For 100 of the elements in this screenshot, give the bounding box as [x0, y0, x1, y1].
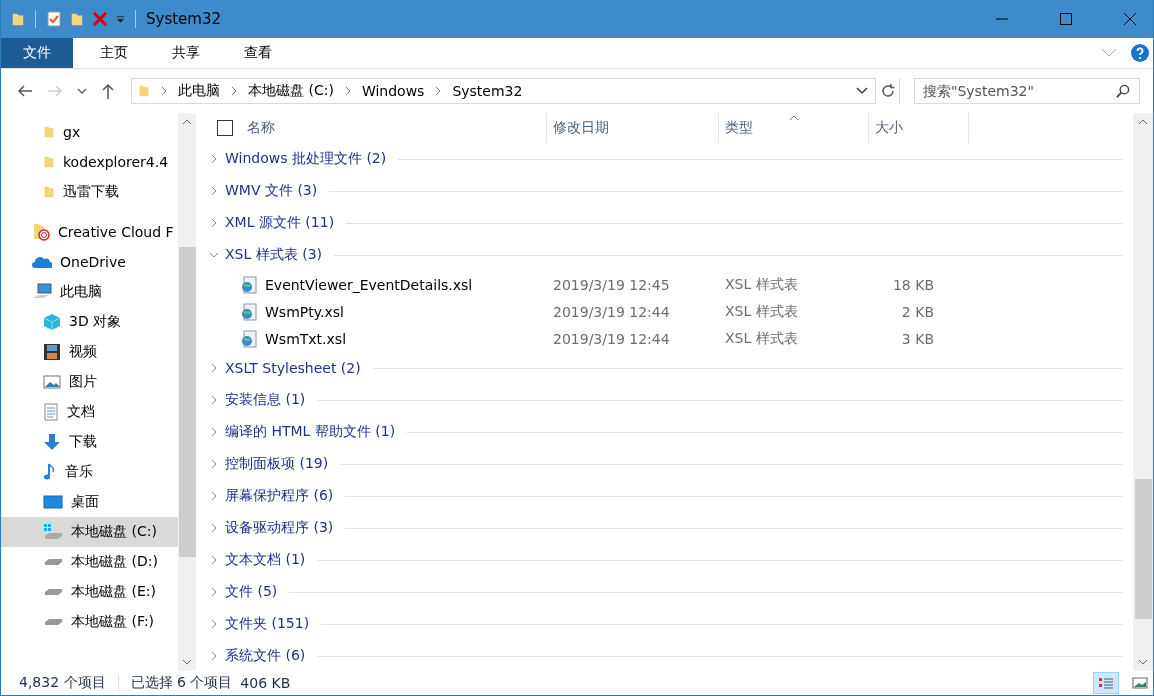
nav-item[interactable]: gx: [1, 117, 178, 147]
file-name[interactable]: WsmPty.xsl: [265, 303, 344, 320]
scrollbar-thumb[interactable]: [1134, 479, 1152, 619]
stylesheet-file-icon: [241, 329, 257, 348]
ribbon-tab[interactable]: 主页: [83, 38, 145, 68]
search-icon[interactable]: [1115, 84, 1130, 99]
chevron-right-icon[interactable]: [344, 86, 351, 96]
help-icon[interactable]: [1131, 44, 1149, 62]
nav-item[interactable]: 本地磁盘 (E:): [1, 577, 178, 607]
address-bar[interactable]: 此电脑 本地磁盘 (C:) Windows System32: [131, 78, 900, 104]
group-header[interactable]: 安装信息 (1): [225, 391, 306, 409]
group-header[interactable]: XSL 样式表 (3): [225, 246, 322, 264]
chevron-icon[interactable]: [211, 587, 217, 597]
chevron-icon[interactable]: [209, 252, 219, 258]
up-arrow-icon[interactable]: [101, 83, 115, 99]
scroll-down-icon[interactable]: [1138, 659, 1148, 665]
nav-item[interactable]: 下载: [1, 427, 178, 457]
group-header[interactable]: XSLT Stylesheet (2): [225, 360, 361, 376]
chevron-icon[interactable]: [211, 491, 217, 501]
scroll-up-icon[interactable]: [182, 119, 192, 125]
group-header[interactable]: 文本文档 (1): [225, 551, 306, 569]
nav-item[interactable]: Creative Cloud F: [1, 217, 178, 247]
stylesheet-file-icon: [241, 275, 257, 294]
group-header[interactable]: Windows 批处理文件 (2): [225, 150, 387, 168]
column-header[interactable]: 名称: [247, 119, 275, 137]
column-header[interactable]: 类型: [725, 119, 753, 137]
refresh-icon[interactable]: [879, 83, 896, 99]
group-header[interactable]: WMV 文件 (3): [225, 182, 318, 200]
file-name[interactable]: WsmTxt.xsl: [265, 330, 347, 347]
nav-item[interactable]: 本地磁盘 (D:): [1, 547, 178, 577]
chevron-down-icon[interactable]: [856, 87, 868, 95]
file-name[interactable]: EventViewer_EventDetails.xsl: [265, 276, 473, 293]
chevron-icon[interactable]: [211, 523, 217, 533]
breadcrumb[interactable]: System32: [452, 83, 523, 99]
delete-icon[interactable]: [92, 11, 108, 27]
group-header[interactable]: 控制面板项 (19): [225, 455, 329, 473]
nav-item[interactable]: 视频: [1, 337, 178, 367]
nav-item[interactable]: 桌面: [1, 487, 178, 517]
folder-icon[interactable]: [11, 11, 25, 27]
chevron-right-icon[interactable]: [435, 86, 442, 96]
nav-item[interactable]: 此电脑: [1, 277, 178, 307]
breadcrumb[interactable]: 本地磁盘 (C:): [248, 82, 334, 100]
breadcrumb[interactable]: 此电脑: [178, 82, 220, 100]
drive-icon: [43, 587, 63, 597]
nav-item[interactable]: OneDrive: [1, 247, 178, 277]
down-arrow-icon: [43, 433, 61, 451]
details-view-button[interactable]: [1093, 672, 1119, 694]
expand-ribbon-icon[interactable]: [1101, 48, 1117, 58]
scrollbar[interactable]: [178, 113, 196, 671]
table-cell-text: 2019/3/19 12:44: [552, 303, 671, 320]
scroll-down-icon[interactable]: [182, 659, 192, 665]
chevron-icon[interactable]: [211, 555, 217, 565]
thumbnail-view-icon[interactable]: [1132, 677, 1148, 689]
nav-item[interactable]: kodexplorer4.4: [1, 147, 178, 177]
properties-icon[interactable]: [46, 11, 62, 27]
chevron-icon[interactable]: [211, 395, 217, 405]
new-folder-icon[interactable]: [70, 11, 84, 27]
group-header[interactable]: 文件 (5): [225, 583, 278, 601]
column-header[interactable]: 修改日期: [553, 119, 609, 137]
maximize-icon[interactable]: [1060, 13, 1072, 25]
nav-item[interactable]: 迅雷下载: [1, 177, 178, 207]
chevron-icon[interactable]: [211, 459, 217, 469]
details-view-icon[interactable]: [1098, 677, 1114, 689]
nav-item[interactable]: 本地磁盘 (F:): [1, 607, 178, 637]
back-arrow-icon[interactable]: [17, 84, 33, 98]
chevron-right-icon[interactable]: [161, 86, 167, 96]
group-header[interactable]: 设备驱动程序 (3): [225, 519, 334, 537]
nav-item[interactable]: 音乐: [1, 457, 178, 487]
ribbon-tab[interactable]: 文件: [1, 38, 73, 68]
chevron-icon[interactable]: [211, 186, 217, 196]
chevron-icon[interactable]: [211, 427, 217, 437]
group-header[interactable]: 编译的 HTML 帮助文件 (1): [225, 423, 396, 441]
chevron-icon[interactable]: [211, 218, 217, 228]
scrollbar-thumb[interactable]: [178, 247, 196, 557]
select-all-checkbox[interactable]: [217, 120, 233, 136]
table-cell-text: XSL 样式表: [724, 329, 799, 348]
music-note-icon: [43, 463, 57, 481]
chevron-icon[interactable]: [211, 363, 217, 373]
nav-item[interactable]: 图片: [1, 367, 178, 397]
nav-item[interactable]: 文档: [1, 397, 178, 427]
breadcrumb[interactable]: Windows: [361, 83, 425, 99]
close-icon[interactable]: [1124, 13, 1136, 25]
recent-locations-icon[interactable]: [77, 88, 87, 94]
chevron-right-icon[interactable]: [231, 86, 237, 96]
nav-item[interactable]: 3D 对象: [1, 307, 178, 337]
group-header[interactable]: 系统文件 (6): [225, 647, 306, 665]
chevron-icon[interactable]: [211, 651, 217, 661]
group-header[interactable]: 屏幕保护程序 (6): [225, 487, 334, 505]
chevron-icon[interactable]: [211, 154, 217, 164]
ribbon-tab[interactable]: 共享: [155, 38, 217, 68]
scrollbar[interactable]: [1133, 113, 1153, 671]
chevron-icon[interactable]: [211, 619, 217, 629]
ribbon-tab[interactable]: 查看: [227, 38, 289, 68]
nav-item[interactable]: 本地磁盘 (C:): [1, 517, 178, 547]
customize-dropdown-icon[interactable]: [116, 14, 125, 24]
group-header[interactable]: 文件夹 (151): [225, 615, 310, 633]
column-header[interactable]: 大小: [875, 119, 903, 137]
search-field[interactable]: 搜索"System32": [914, 78, 1140, 104]
scroll-up-icon[interactable]: [1138, 119, 1148, 125]
group-header[interactable]: XML 源文件 (11): [225, 214, 335, 232]
